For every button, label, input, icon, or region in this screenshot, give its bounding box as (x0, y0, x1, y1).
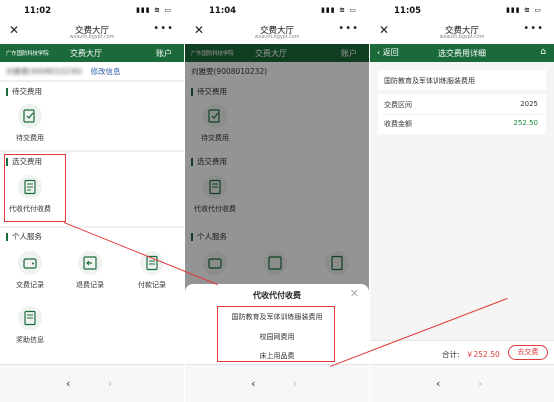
tile-label: 交费记录 (16, 281, 44, 289)
edit-info-link[interactable]: 修改信息 (90, 67, 120, 76)
tile-label: 待交费用 (16, 134, 44, 142)
nav-forward-icon[interactable]: › (293, 377, 297, 390)
amount-label: 收费金额 (384, 120, 412, 128)
signal-wifi-battery-icon: ▮▮▮ ≋ ▭ (506, 6, 542, 14)
phone-screen-3: 11:05 ▮▮▮ ≋ ▭ ✕ 交费大厅 wxauth.bgypt.com ••… (370, 0, 554, 402)
section-personal: 个人服务 (6, 233, 42, 241)
divider (382, 114, 542, 115)
payment-icon (18, 104, 42, 128)
bottom-sheet: 代收代付收费 ✕ 国防教育及军体训练服装费用 校园网费用 床上用品费 (185, 284, 369, 364)
tile-refund-records[interactable]: 退费记录 (66, 251, 114, 290)
total-label: 合计: (442, 350, 460, 359)
user-line: 刘雅雯(9008010230) 修改信息 (6, 66, 120, 77)
wechat-title-bar: ✕ 交费大厅 wxauth.bgypt.com ••• (185, 20, 369, 44)
close-icon[interactable]: ✕ (350, 287, 359, 300)
school-logo: 广东国防科技学院 (6, 51, 49, 57)
sheet-title: 代收代付收费 (253, 291, 301, 300)
detail-header: ‹ 返回 选交费用详细 ⌂ (370, 44, 554, 62)
status-time: 11:02 (24, 6, 52, 16)
tile-label: 退费记录 (76, 281, 104, 289)
status-time: 11:05 (394, 6, 422, 16)
divider (0, 80, 184, 82)
home-icon[interactable]: ⌂ (540, 47, 546, 57)
item-name: 国防教育及军体训练服装费用 (384, 77, 475, 85)
tile-payment-records[interactable]: 交费记录 (6, 251, 54, 290)
period-label: 交费区间 (384, 101, 412, 109)
status-bar: 11:05 ▮▮▮ ≋ ▭ (370, 0, 554, 20)
refund-icon (78, 251, 102, 275)
section-pending: 待交费用 (6, 88, 42, 96)
tile-pending-fees[interactable]: 待交费用 (6, 104, 54, 143)
nav-back-icon[interactable]: ‹ (251, 377, 255, 390)
total-bar: 合计: ￥252.50 去交费 (370, 340, 554, 364)
aid-doc-icon (18, 306, 42, 330)
pay-button[interactable]: 去交费 (508, 345, 548, 360)
amount-value: 252.50 (513, 119, 539, 127)
browser-nav-bar: ‹ › (0, 364, 184, 402)
period-value: 2025 (520, 100, 538, 108)
divider (0, 150, 184, 152)
nav-forward-icon[interactable]: › (108, 377, 112, 390)
phone-screen-1: 11:02 ▮▮▮ ≋ ▭ ✕ 交费大厅 wxauth.bgypt.com ••… (0, 0, 184, 402)
tile-label: 奖助信息 (16, 336, 44, 344)
page-domain: wxauth.bgypt.com (69, 35, 115, 40)
browser-nav-bar: ‹ › (370, 364, 554, 402)
status-bar: 11:02 ▮▮▮ ≋ ▭ (0, 0, 184, 20)
status-time: 11:04 (209, 6, 237, 16)
nav-back-icon[interactable]: ‹ (436, 377, 440, 390)
divider (0, 226, 184, 228)
wechat-title-bar: ✕ 交费大厅 wxauth.bgypt.com ••• (0, 20, 184, 44)
account-link[interactable]: 账户 (156, 48, 172, 59)
header-name: 交费大厅 (70, 49, 102, 58)
nav-forward-icon[interactable]: › (478, 377, 482, 390)
screenshot-collage: 11:02 ▮▮▮ ≋ ▭ ✕ 交费大厅 wxauth.bgypt.com ••… (0, 0, 554, 402)
more-icon[interactable]: ••• (523, 23, 544, 34)
detail-card: 交费区间 2025 收费金额 252.50 (378, 94, 546, 134)
tile-aid-info[interactable]: 奖助信息 (6, 306, 54, 345)
browser-nav-bar: ‹ › (185, 364, 369, 402)
tile-label: 付款记录 (138, 281, 166, 289)
nav-back-icon[interactable]: ‹ (66, 377, 70, 390)
annotation-box (217, 306, 335, 362)
page-domain: wxauth.bgypt.com (439, 35, 485, 40)
annotation-box (4, 154, 66, 222)
wallet-icon (18, 251, 42, 275)
page-domain: wxauth.bgypt.com (254, 35, 300, 40)
more-icon[interactable]: ••• (153, 23, 174, 34)
header-title: 选交费用详细 (438, 49, 486, 58)
total-value: ￥252.50 (466, 350, 500, 359)
app-header: 广东国防科技学院 交费大厅 账户 (0, 44, 184, 62)
signal-wifi-battery-icon: ▮▮▮ ≋ ▭ (321, 6, 357, 14)
status-bar: 11:04 ▮▮▮ ≋ ▭ (185, 0, 369, 20)
phone-screen-2: 11:04 ▮▮▮ ≋ ▭ ✕ 交费大厅 wxauth.bgypt.com ••… (185, 0, 369, 402)
user-name-masked: 刘雅雯(9008010230) (6, 67, 83, 76)
signal-wifi-battery-icon: ▮▮▮ ≋ ▭ (136, 6, 172, 14)
wechat-title-bar: ✕ 交费大厅 wxauth.bgypt.com ••• (370, 20, 554, 44)
item-card: 国防教育及军体训练服装费用 (378, 70, 546, 90)
more-icon[interactable]: ••• (338, 23, 359, 34)
